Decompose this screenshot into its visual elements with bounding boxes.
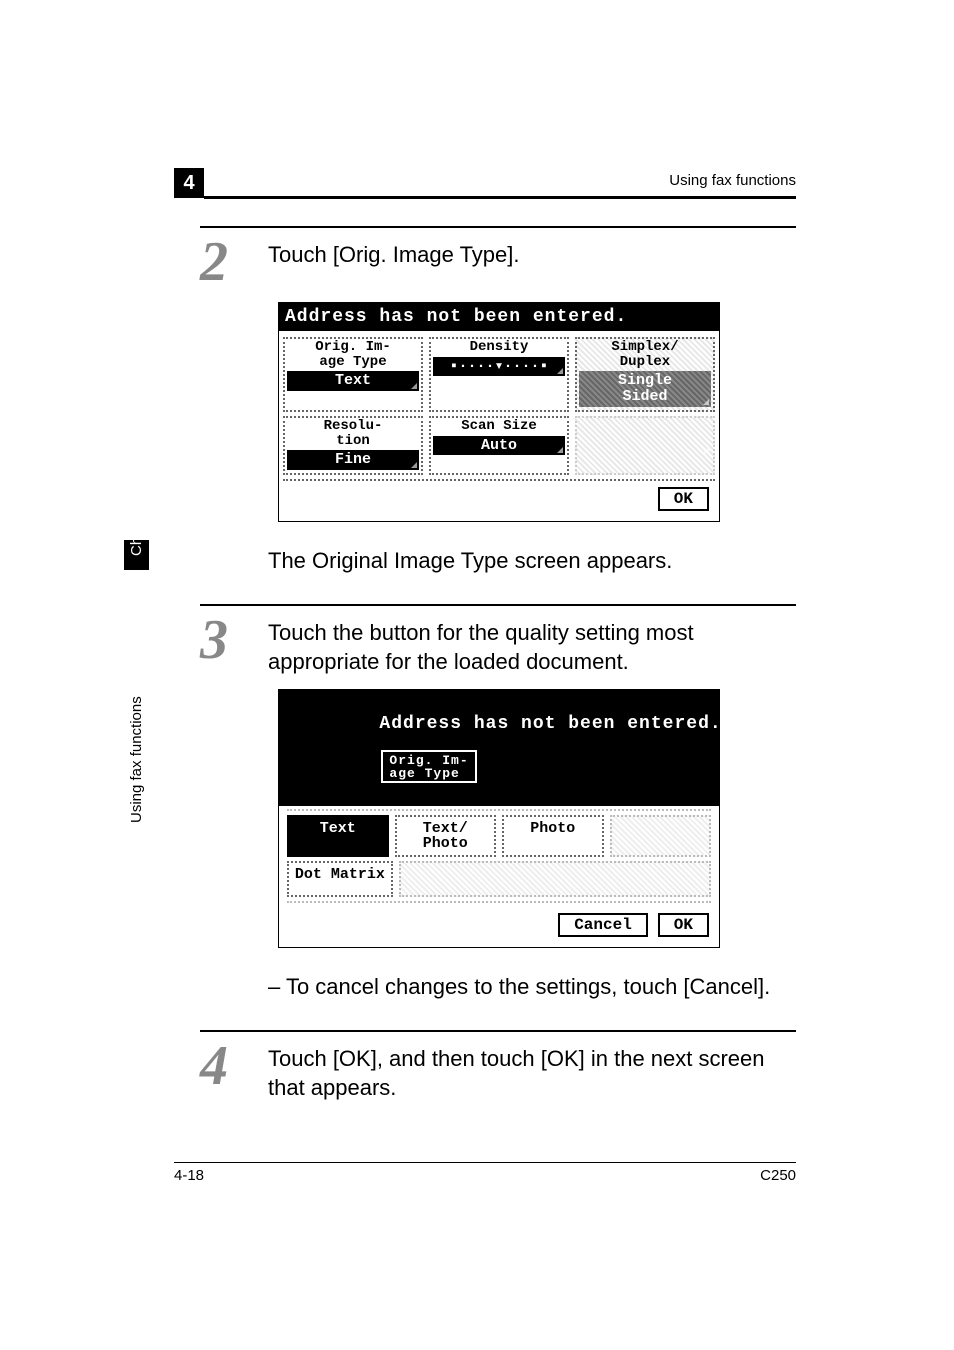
step-number: 3 (200, 612, 248, 668)
lcd-screenshot-2: Address has not been entered. Orig. Im- … (278, 689, 720, 948)
step-text: Touch [Orig. Image Type]. (268, 234, 796, 270)
step-text: Touch the button for the quality setting… (268, 612, 796, 677)
lcd-screenshot-1: Address has not been entered. Orig. Im- … (278, 302, 720, 522)
divider (200, 226, 796, 228)
running-header-title: Using fax functions (669, 172, 796, 189)
lcd2-header: Address has not been entered. Orig. Im- … (279, 690, 719, 806)
step-number: 2 (200, 234, 248, 290)
lcd1-header: Address has not been entered. (279, 303, 719, 331)
lcd2-ok-button[interactable]: OK (658, 913, 709, 937)
step-result-text: The Original Image Type screen appears. (268, 546, 796, 576)
lcd1-orig-image-type-button[interactable]: Orig. Im- age Type Text (283, 337, 423, 412)
lcd2-option-text-photo[interactable]: Text/ Photo (395, 815, 497, 857)
chapter-number-badge: 4 (174, 168, 204, 198)
lcd1-duplex-label: Simplex/ Duplex (577, 340, 713, 369)
footer-model: C250 (760, 1167, 796, 1184)
lcd1-density-button[interactable]: Density ▪····▾····▪ (429, 337, 569, 412)
lcd1-duplex-value: Single Sided (579, 371, 711, 407)
lcd2-header-text: Address has not been entered. (379, 714, 721, 734)
step-text: Touch [OK], and then touch [OK] in the n… (268, 1038, 796, 1103)
lcd2-option-text[interactable]: Text (287, 815, 389, 857)
step-note-text: – To cancel changes to the settings, tou… (268, 972, 796, 1002)
lcd1-res-value: Fine (287, 450, 419, 470)
divider (200, 604, 796, 606)
lcd2-option-blank (610, 815, 712, 857)
lcd2-option-photo[interactable]: Photo (502, 815, 604, 857)
lcd2-tab-label: Orig. Im- age Type (381, 750, 476, 783)
lcd2-option-blank (399, 861, 711, 897)
lcd1-scan-size-button[interactable]: Scan Size Auto (429, 416, 569, 475)
footer-page-number: 4-18 (174, 1167, 204, 1184)
lcd1-ok-button[interactable]: OK (658, 487, 709, 511)
lcd1-density-value: ▪····▾····▪ (433, 357, 565, 377)
lcd1-scan-label: Scan Size (431, 419, 567, 434)
lcd1-orig-value: Text (287, 371, 419, 391)
side-chapter-label: Chapter 4 (124, 540, 149, 570)
lcd1-res-label: Resolu- tion (285, 419, 421, 448)
lcd1-empty-cell (575, 416, 715, 475)
lcd2-option-dot-matrix[interactable]: Dot Matrix (287, 861, 393, 897)
step-number: 4 (200, 1038, 248, 1094)
side-section-label: Using fax functions (124, 797, 149, 827)
header-rule (204, 196, 796, 199)
lcd1-duplex-button[interactable]: Simplex/ Duplex Single Sided (575, 337, 715, 412)
lcd1-orig-label: Orig. Im- age Type (285, 340, 421, 369)
lcd1-scan-value: Auto (433, 436, 565, 456)
lcd2-cancel-button[interactable]: Cancel (558, 913, 648, 937)
divider (200, 1030, 796, 1032)
lcd1-resolution-button[interactable]: Resolu- tion Fine (283, 416, 423, 475)
lcd1-density-label: Density (431, 340, 567, 355)
